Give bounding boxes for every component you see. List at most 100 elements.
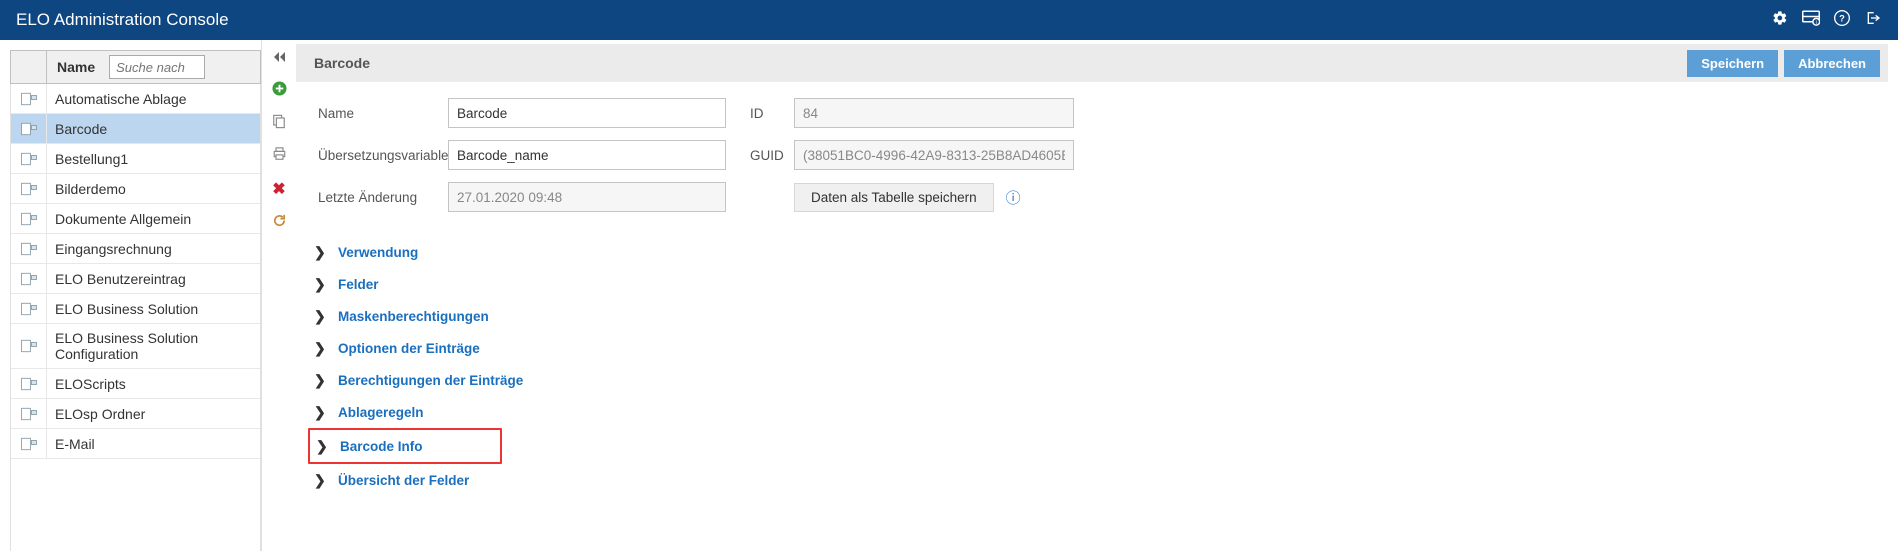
sidebar-item[interactable]: Dokumente Allgemein (11, 204, 260, 234)
tvar-input[interactable] (448, 140, 726, 170)
accordion-item[interactable]: ❯Ablageregeln (308, 396, 1888, 428)
sidebar: Name Automatische AblageBarcodeBestellun… (0, 40, 262, 551)
mask-icon (11, 174, 47, 203)
save-as-table-button[interactable]: Daten als Tabelle speichern (794, 183, 994, 212)
guid-input (794, 140, 1074, 170)
mask-icon (11, 399, 47, 428)
sidebar-item-label: ELOsp Ordner (47, 400, 260, 428)
accordion-item[interactable]: ❯Verwendung (308, 236, 1888, 268)
accordion-label: Übersicht der Felder (332, 473, 469, 488)
accordion-list: ❯Verwendung❯Felder❯Maskenberechtigungen❯… (296, 236, 1888, 496)
accordion-item[interactable]: ❯Maskenberechtigungen (308, 300, 1888, 332)
name-label: Name (318, 106, 448, 121)
save-button[interactable]: Speichern (1687, 50, 1778, 77)
cancel-button[interactable]: Abbrechen (1784, 50, 1880, 77)
accordion-label: Maskenberechtigungen (332, 309, 489, 324)
mask-icon (11, 84, 47, 113)
sidebar-item-label: ELOScripts (47, 370, 260, 398)
sidebar-item[interactable]: ELOScripts (11, 369, 260, 399)
sidebar-search-input[interactable] (109, 55, 205, 79)
accordion-label: Optionen der Einträge (332, 341, 480, 356)
mask-icon (11, 204, 47, 233)
lastmod-label: Letzte Änderung (318, 190, 448, 205)
mask-icon (11, 369, 47, 398)
sidebar-item-label: Barcode (47, 115, 260, 143)
sidebar-item[interactable]: ELOsp Ordner (11, 399, 260, 429)
sidebar-item-label: ELO Business Solution (47, 295, 260, 323)
name-input[interactable] (448, 98, 726, 128)
collapse-icon[interactable] (272, 50, 286, 67)
mask-icon (11, 114, 47, 143)
print-icon[interactable] (272, 147, 287, 165)
sidebar-icon-col (11, 51, 47, 83)
refresh-icon[interactable] (272, 213, 287, 232)
mask-icon (11, 324, 47, 368)
id-input (794, 98, 1074, 128)
chevron-right-icon: ❯ (314, 404, 332, 421)
accordion-label: Verwendung (332, 245, 418, 260)
action-strip: ✖ (262, 40, 296, 551)
sidebar-item[interactable]: ELO Benutzereintrag (11, 264, 260, 294)
sidebar-item-label: ELO Business Solution Configuration (47, 324, 260, 368)
svg-text:i: i (1816, 20, 1817, 26)
form-area: Name ID Übersetzungsvariable GUID (296, 82, 1888, 236)
sidebar-item[interactable]: Bestellung1 (11, 144, 260, 174)
accordion-item[interactable]: ❯Felder (308, 268, 1888, 300)
lastmod-input (448, 182, 726, 212)
help-icon[interactable]: ? (1834, 10, 1850, 31)
sidebar-item-label: ELO Benutzereintrag (47, 265, 260, 293)
sidebar-item-label: Eingangsrechnung (47, 235, 260, 263)
accordion-item[interactable]: ❯Barcode Info (308, 428, 502, 464)
mask-icon (11, 429, 47, 458)
sidebar-item-label: Bilderdemo (47, 175, 260, 203)
chevron-right-icon: ❯ (314, 372, 332, 389)
chevron-right-icon: ❯ (314, 340, 332, 357)
id-label: ID (750, 106, 794, 121)
sidebar-item[interactable]: Automatische Ablage (11, 84, 260, 114)
chevron-right-icon: ❯ (314, 308, 332, 325)
sidebar-item[interactable]: ELO Business Solution Configuration (11, 324, 260, 369)
guid-label: GUID (750, 148, 794, 163)
copy-icon[interactable] (272, 114, 286, 133)
sidebar-item-label: E-Mail (47, 430, 260, 458)
accordion-item[interactable]: ❯Übersicht der Felder (308, 464, 1888, 496)
mask-icon (11, 234, 47, 263)
sidebar-item[interactable]: Eingangsrechnung (11, 234, 260, 264)
mask-icon (11, 294, 47, 323)
app-title: ELO Administration Console (16, 10, 229, 30)
mask-icon (11, 264, 47, 293)
accordion-label: Barcode Info (334, 439, 423, 454)
chevron-right-icon: ❯ (314, 472, 332, 489)
accordion-item[interactable]: ❯Optionen der Einträge (308, 332, 1888, 364)
sidebar-item[interactable]: Barcode (11, 114, 260, 144)
delete-icon[interactable]: ✖ (272, 179, 285, 199)
accordion-label: Felder (332, 277, 379, 292)
main-title: Barcode (314, 55, 370, 71)
accordion-item[interactable]: ❯Berechtigungen der Einträge (308, 364, 1888, 396)
header-actions: i ? (1772, 10, 1882, 31)
server-info-icon[interactable]: i (1802, 10, 1820, 31)
chevron-right-icon: ❯ (314, 244, 332, 261)
app-header: ELO Administration Console i ? (0, 0, 1898, 40)
chevron-right-icon: ❯ (314, 276, 332, 293)
tvar-label: Übersetzungsvariable (318, 148, 448, 163)
main-header: Barcode Speichern Abbrechen (296, 44, 1888, 82)
sidebar-name-col[interactable]: Name (47, 59, 105, 75)
logout-icon[interactable] (1864, 10, 1882, 31)
sidebar-list: Automatische AblageBarcodeBestellung1Bil… (10, 84, 261, 551)
sidebar-item-label: Dokumente Allgemein (47, 205, 260, 233)
sidebar-header: Name (10, 50, 261, 84)
sidebar-item[interactable]: Bilderdemo (11, 174, 260, 204)
sidebar-item-label: Bestellung1 (47, 145, 260, 173)
chevron-right-icon: ❯ (316, 438, 334, 455)
svg-text:?: ? (1839, 13, 1845, 23)
sidebar-item[interactable]: ELO Business Solution (11, 294, 260, 324)
mask-icon (11, 144, 47, 173)
add-icon[interactable] (272, 81, 287, 100)
accordion-label: Berechtigungen der Einträge (332, 373, 523, 388)
accordion-label: Ablageregeln (332, 405, 424, 420)
sidebar-item-label: Automatische Ablage (47, 85, 260, 113)
sidebar-item[interactable]: E-Mail (11, 429, 260, 459)
info-icon[interactable]: ⓘ (1006, 187, 1021, 208)
gear-icon[interactable] (1772, 10, 1788, 31)
